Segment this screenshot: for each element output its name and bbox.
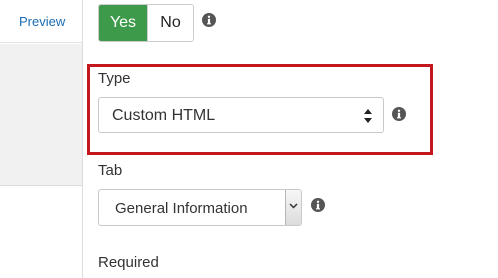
panel-divider [82, 0, 83, 278]
no-button[interactable]: No [147, 5, 193, 41]
chevron-down-icon [289, 203, 298, 209]
yes-no-toggle[interactable]: Yes No [98, 4, 194, 42]
preview-tab[interactable]: Preview [0, 0, 82, 43]
select-arrows-icon [363, 108, 373, 124]
type-label: Type [98, 70, 131, 87]
yes-button[interactable]: Yes [99, 5, 147, 41]
preview-pane [0, 44, 82, 186]
info-icon[interactable] [392, 107, 406, 121]
tab-select-dropdown-button[interactable] [285, 190, 301, 225]
info-icon[interactable] [202, 13, 216, 27]
type-select[interactable]: Custom HTML [98, 97, 384, 133]
type-select-value: Custom HTML [112, 107, 216, 124]
tab-select[interactable]: General Information [98, 189, 302, 226]
tab-label: Tab [98, 162, 123, 179]
preview-tab-label[interactable]: Preview [19, 14, 65, 29]
info-icon[interactable] [311, 198, 325, 212]
left-panel: Preview [0, 0, 82, 278]
tab-select-value: General Information [115, 200, 248, 217]
required-label: Required [98, 254, 159, 271]
